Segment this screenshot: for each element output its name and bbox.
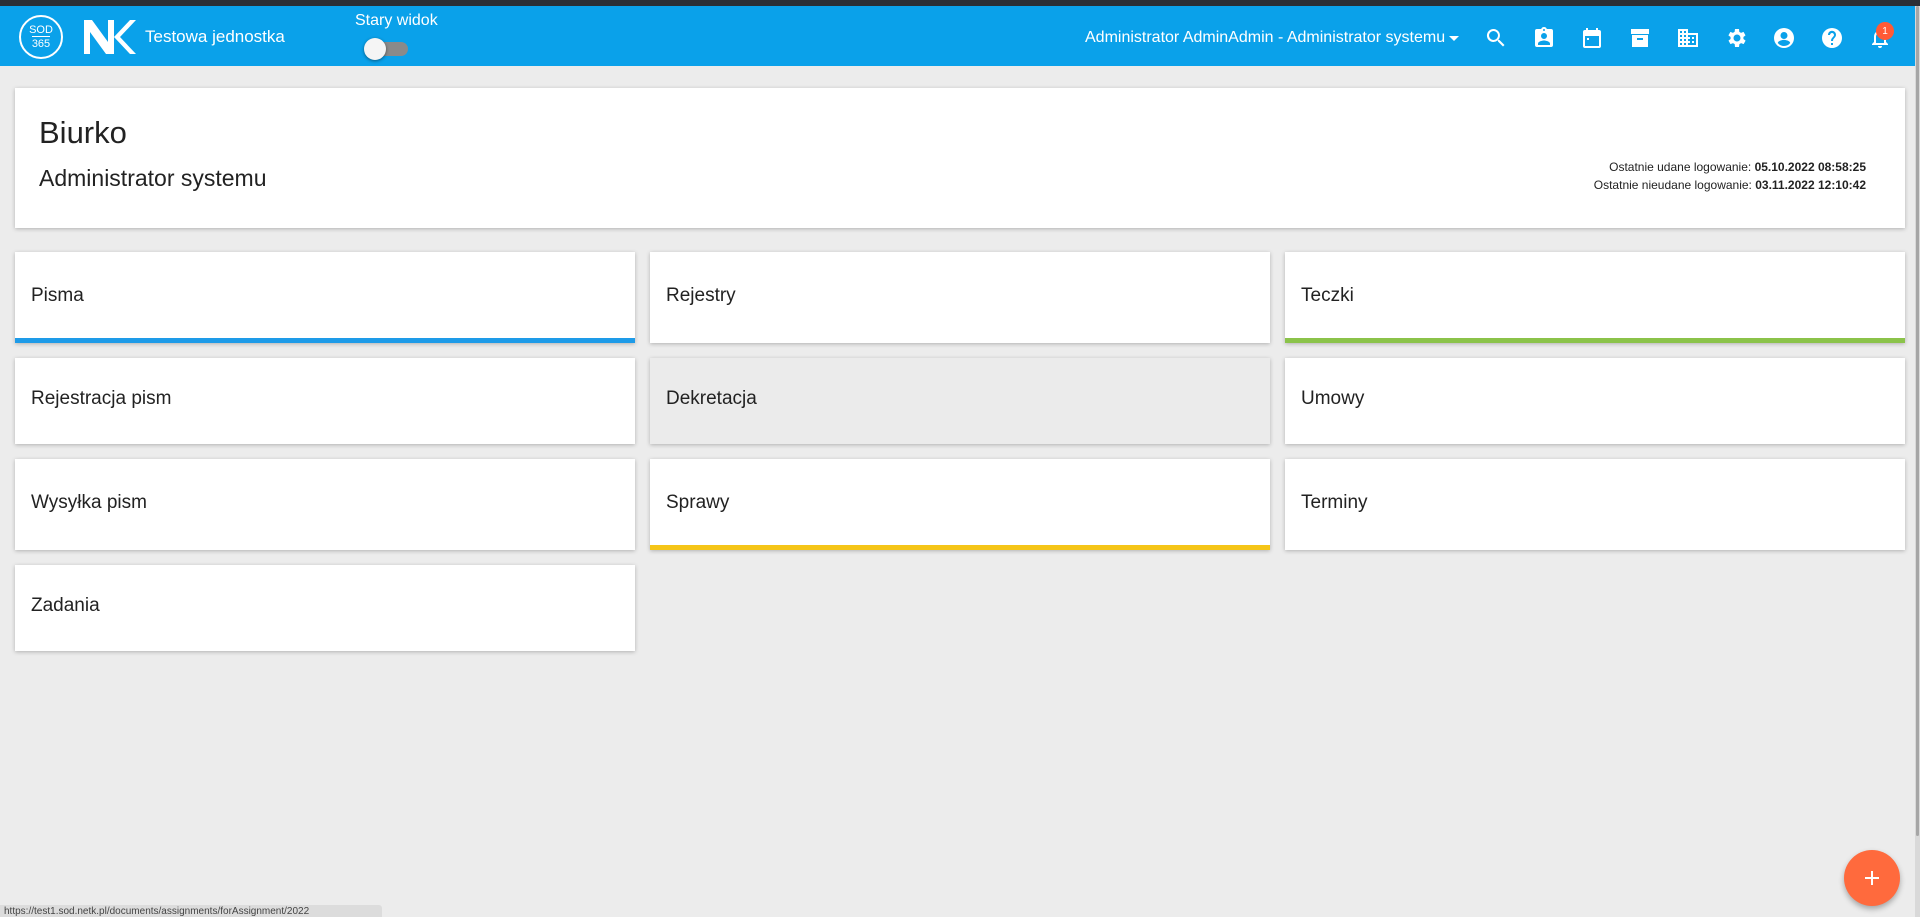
calendar-icon (1583, 28, 1601, 48)
tile-label: Dekretacja (666, 388, 757, 409)
last-success-label: Ostatnie udane logowanie: (1609, 160, 1752, 174)
tile-accent-bar (15, 338, 635, 343)
tile-teczki[interactable]: Teczki (1285, 252, 1905, 343)
building-icon (1678, 29, 1698, 47)
user-role-label: Administrator AdminAdmin - Administrator… (1085, 29, 1445, 46)
old-view-toggle[interactable] (364, 36, 412, 60)
tile-dekretacja[interactable]: Dekretacja (650, 358, 1270, 444)
nk-logo (84, 20, 136, 54)
search-button[interactable] (1482, 24, 1510, 52)
logo-line-1: SOD (29, 24, 53, 36)
login-info: Ostatnie udane logowanie: 05.10.2022 08:… (1594, 158, 1866, 194)
old-view-label: Stary widok (355, 12, 438, 29)
sod365-logo[interactable]: SOD 365 (19, 15, 63, 59)
tile-pisma[interactable]: Pisma (15, 252, 635, 343)
browser-status-url: https://test1.sod.netk.pl/documents/assi… (0, 905, 382, 917)
help-icon (1822, 28, 1842, 48)
settings-button[interactable] (1722, 24, 1750, 52)
tile-accent-bar (1285, 338, 1905, 343)
organization-button[interactable] (1674, 24, 1702, 52)
tile-sprawy[interactable]: Sprawy (650, 459, 1270, 550)
user-role-menu[interactable]: Administrator AdminAdmin - Administrator… (1085, 26, 1465, 50)
toggle-knob (364, 38, 386, 60)
unit-name[interactable]: Testowa jednostka (145, 27, 285, 47)
page-scrollbar[interactable] (1915, 6, 1920, 917)
tile-rejestry[interactable]: Rejestry (650, 252, 1270, 343)
tile-terminy[interactable]: Terminy (1285, 459, 1905, 550)
tile-label: Sprawy (666, 491, 730, 513)
tile-accent-bar (650, 545, 1270, 550)
tile-label: Wysyłka pism (31, 491, 147, 513)
search-icon (1486, 29, 1505, 47)
tile-label: Zadania (31, 595, 100, 616)
tile-label: Rejestry (666, 284, 736, 306)
help-button[interactable] (1818, 24, 1846, 52)
tile-label: Teczki (1301, 284, 1354, 306)
scrollbar-thumb[interactable] (1916, 6, 1919, 836)
page-title: Biurko (39, 115, 127, 150)
last-failed-value: 03.11.2022 12:10:42 (1755, 178, 1866, 192)
last-failed-label: Ostatnie nieudane logowanie: (1593, 178, 1752, 192)
last-failed-login: Ostatnie nieudane logowanie: 03.11.2022 … (1594, 176, 1866, 194)
desk-header-card: Biurko Administrator systemu Ostatnie ud… (15, 88, 1905, 228)
tile-umowy[interactable]: Umowy (1285, 358, 1905, 444)
role-subtitle: Administrator systemu (39, 165, 267, 191)
tile-rejestracja-pism[interactable]: Rejestracja pism (15, 358, 635, 444)
account-icon (1774, 28, 1794, 48)
calendar-button[interactable] (1578, 24, 1606, 52)
tile-label: Terminy (1301, 491, 1368, 513)
contacts-button[interactable] (1530, 24, 1558, 52)
logo-line-2: 365 (31, 36, 51, 50)
chevron-down-icon (1449, 35, 1459, 41)
contact-card-icon (1535, 27, 1553, 47)
archive-button[interactable] (1626, 24, 1654, 52)
last-success-value: 05.10.2022 08:58:25 (1754, 160, 1866, 174)
add-fab-button[interactable] (1844, 850, 1900, 906)
gear-icon (1728, 29, 1746, 47)
account-button[interactable] (1770, 24, 1798, 52)
notification-count-badge: 1 (1876, 22, 1894, 40)
app-bar: SOD 365 Testowa jednostka Stary widok Ad… (0, 6, 1920, 66)
tile-label: Umowy (1301, 388, 1365, 409)
tile-zadania[interactable]: Zadania (15, 565, 635, 651)
last-success-login: Ostatnie udane logowanie: 05.10.2022 08:… (1594, 158, 1866, 176)
tile-label: Pisma (31, 284, 84, 306)
tile-wysylka-pism[interactable]: Wysyłka pism (15, 459, 635, 550)
plus-icon (1865, 871, 1879, 885)
archive-icon (1631, 29, 1649, 47)
tile-label: Rejestracja pism (31, 388, 172, 409)
